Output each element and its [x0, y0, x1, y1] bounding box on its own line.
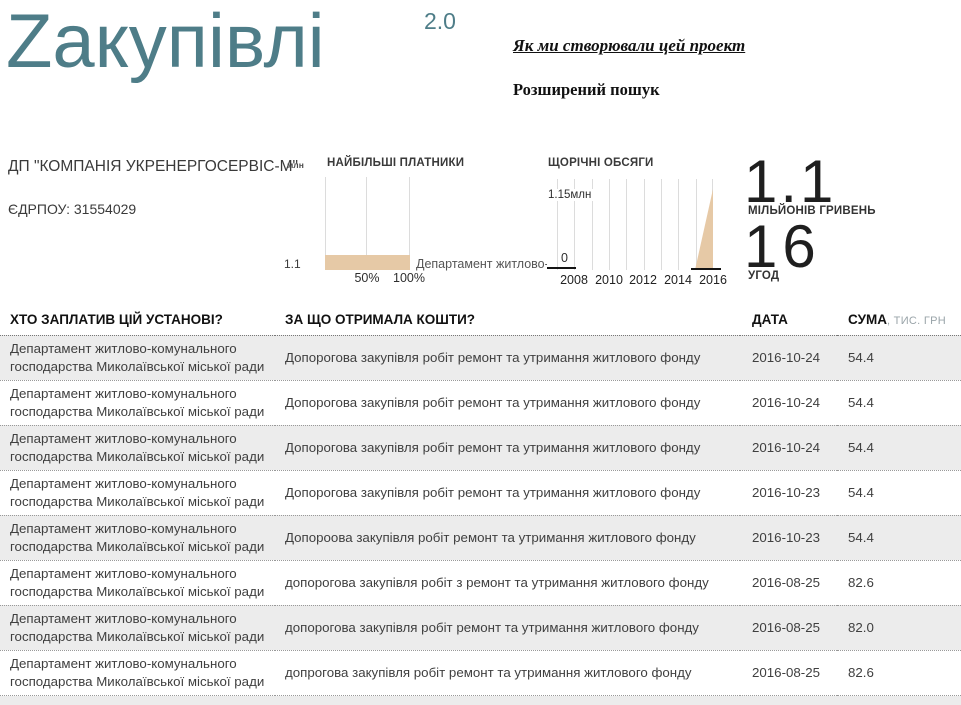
page-header: Zакупівлі 2.0 Як ми створювали цей проек…	[0, 0, 961, 305]
company-edrpou: ЄДРПОУ: 31554029	[8, 201, 136, 217]
amount-cell: 82.0	[837, 605, 961, 650]
payer-name-label: Департамент житлово-кі	[416, 257, 547, 271]
date-cell: 2016-10-23	[740, 470, 837, 515]
annual-volumes-title: ЩОРІЧНІ ОБСЯГИ	[548, 157, 654, 169]
deals-count-label: УГОД	[748, 270, 779, 282]
table-row-partial	[0, 696, 961, 705]
date-cell: 2016-10-24	[740, 380, 837, 425]
table-row[interactable]: Департамент житлово-комунальногогосподар…	[0, 470, 961, 515]
date-cell: 2016-08-25	[740, 605, 837, 650]
payer-amount-label: 1.1	[284, 257, 301, 271]
header-sum-unit: , ТИС. ГРН	[887, 315, 946, 327]
amount-cell: 54.4	[837, 425, 961, 470]
advanced-search-link[interactable]: Розширений пошук	[513, 80, 660, 100]
payer-cell: Департамент житлово-комунальногогосподар…	[0, 335, 275, 380]
header-sum-word: СУМА	[848, 312, 887, 327]
x-tick-2016: 2016	[693, 273, 733, 287]
description-cell: Допорогова закупівля робіт ремонт та утр…	[275, 470, 740, 515]
payments-table-body: Департамент житлово-комунальногогосподар…	[0, 335, 961, 695]
amount-cell: 54.4	[837, 515, 961, 560]
payer-cell: Департамент житлово-комунальногогосподар…	[0, 515, 275, 560]
amount-cell: 54.4	[837, 335, 961, 380]
y-axis-max-label: 1.15млн	[548, 189, 594, 201]
y-axis-min-label: 0	[558, 251, 571, 265]
about-project-link[interactable]: Як ми створювали цей проект	[513, 36, 745, 56]
description-cell: Допорогова закупівля робіт ремонт та утр…	[275, 380, 740, 425]
description-cell: Допороова закупівля робіт ремонт та утри…	[275, 515, 740, 560]
date-cell: 2016-10-24	[740, 425, 837, 470]
axis-segment-left	[547, 267, 576, 269]
payer-cell: Департамент житлово-комунальногогосподар…	[0, 560, 275, 605]
x-tick-2008: 2008	[554, 273, 594, 287]
total-amount-value: 1.1	[744, 152, 836, 212]
table-row[interactable]: Департамент житлово-комунальногогосподар…	[0, 425, 961, 470]
axis-segment-right	[691, 268, 721, 270]
deals-count-value: 16	[744, 217, 821, 277]
amount-cell: 54.4	[837, 380, 961, 425]
company-name: ДП "КОМПАНІЯ УКРЕНЕРГОСЕРВІС-М"	[8, 158, 298, 176]
table-row[interactable]: Департамент житлово-комунальногогосподар…	[0, 650, 961, 695]
volume-area-shape	[695, 189, 713, 270]
table-row[interactable]: Департамент житлово-комунальногогосподар…	[0, 335, 961, 380]
table-header-row: ХТО ЗАПЛАТИВ ЦІЙ УСТАНОВІ? ЗА ЩО ОТРИМАЛ…	[0, 305, 961, 335]
description-cell: Допорогова закупівля робіт ремонт та утр…	[275, 425, 740, 470]
header-sum: СУМА, ТИС. ГРН	[837, 305, 961, 335]
top-payers-title: НАЙБІЛЬШІ ПЛАТНИКИ	[327, 157, 464, 169]
payments-table: ХТО ЗАПЛАТИВ ЦІЙ УСТАНОВІ? ЗА ЩО ОТРИМАЛ…	[0, 305, 961, 696]
top-payers-unit-label: млн	[287, 160, 304, 170]
axis-tick-50: 50%	[347, 271, 387, 285]
version-badge: 2.0	[424, 8, 456, 35]
date-cell: 2016-08-25	[740, 650, 837, 695]
table-row[interactable]: Департамент житлово-комунальногогосподар…	[0, 380, 961, 425]
date-cell: 2016-10-23	[740, 515, 837, 560]
payer-cell: Департамент житлово-комунальногогосподар…	[0, 470, 275, 515]
x-tick-2014: 2014	[658, 273, 698, 287]
payer-cell: Департамент житлово-комунальногогосподар…	[0, 425, 275, 470]
axis-tick-100: 100%	[385, 271, 433, 285]
payer-cell: Департамент житлово-комунальногогосподар…	[0, 380, 275, 425]
header-payer: ХТО ЗАПЛАТИВ ЦІЙ УСТАНОВІ?	[0, 305, 275, 335]
description-cell: допорогова закупівля робіт ремонт та утр…	[275, 605, 740, 650]
header-purpose: ЗА ЩО ОТРИМАЛА КОШТИ?	[275, 305, 740, 335]
description-cell: Допорогова закупівля робіт ремонт та утр…	[275, 335, 740, 380]
table-row[interactable]: Департамент житлово-комунальногогосподар…	[0, 560, 961, 605]
payer-bar	[325, 255, 410, 270]
site-logo[interactable]: Zакупівлі	[6, 0, 325, 89]
date-cell: 2016-08-25	[740, 560, 837, 605]
amount-cell: 54.4	[837, 470, 961, 515]
payer-cell: Департамент житлово-комунальногогосподар…	[0, 605, 275, 650]
payer-cell: Департамент житлово-комунальногогосподар…	[0, 650, 275, 695]
description-cell: допрогова закупівля робіт ремонт та утри…	[275, 650, 740, 695]
table-row[interactable]: Департамент житлово-комунальногогосподар…	[0, 515, 961, 560]
table-row[interactable]: Департамент житлово-комунальногогосподар…	[0, 605, 961, 650]
top-payers-chart	[325, 177, 410, 270]
header-date: ДАТА	[740, 305, 837, 335]
description-cell: допорогова закупівля робіт з ремонт та у…	[275, 560, 740, 605]
amount-cell: 82.6	[837, 650, 961, 695]
x-tick-2012: 2012	[623, 273, 663, 287]
date-cell: 2016-10-24	[740, 335, 837, 380]
amount-cell: 82.6	[837, 560, 961, 605]
